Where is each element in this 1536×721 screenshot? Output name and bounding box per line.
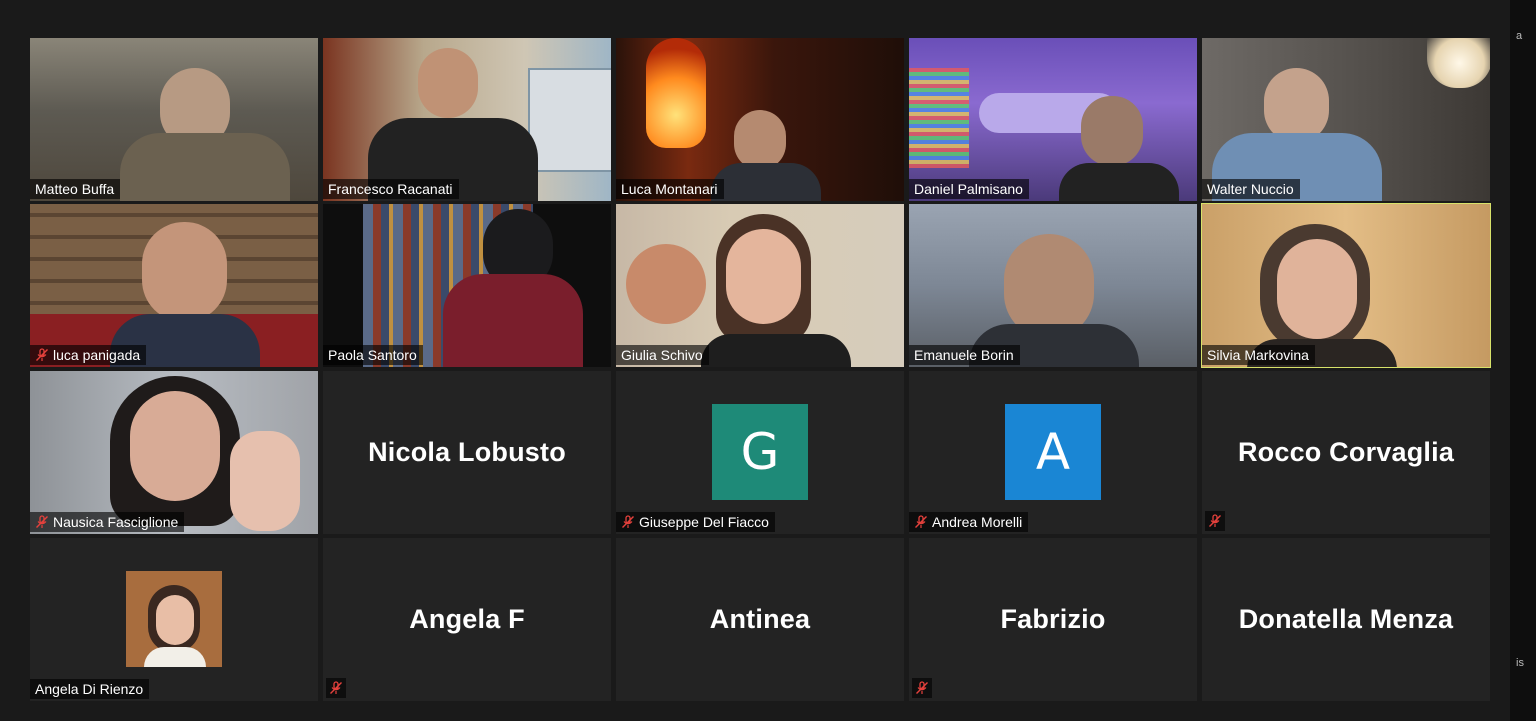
participant-display-name: Rocco Corvaglia: [1237, 437, 1455, 467]
participant-name-label: luca panigada: [30, 345, 147, 365]
mic-off-icon: [35, 515, 49, 529]
participant-display-name: Nicola Lobusto: [368, 437, 566, 467]
participant-name-label: Emanuele Borin: [909, 345, 1020, 365]
participant-tile[interactable]: Francesco Racanati: [323, 38, 611, 201]
background-window-edge: a is: [1510, 0, 1536, 721]
video-feed: [323, 204, 611, 367]
participant-name-label: Angela Di Rienzo: [30, 679, 150, 699]
participant-name-label: Daniel Palmisano: [909, 179, 1029, 199]
mic-off-icon: [912, 678, 932, 698]
letter-avatar: A: [1005, 404, 1101, 500]
video-feed: [1202, 38, 1490, 201]
mic-off-icon: [621, 515, 635, 529]
participant-display-name: Donatella Menza: [1238, 604, 1454, 634]
participant-tile[interactable]: Rocco Corvaglia: [1202, 371, 1490, 534]
participant-tile[interactable]: Angela Di Rienzo: [30, 538, 318, 701]
profile-photo-avatar: [126, 571, 222, 667]
participant-name-label: Giulia Schivo: [616, 345, 709, 365]
participant-name-label: Matteo Buffa: [30, 179, 121, 199]
participant-name-label: Paola Santoro: [323, 345, 423, 365]
video-feed: [616, 204, 904, 367]
participant-name-label: Nausica Fasciglione: [30, 512, 185, 532]
video-feed: [909, 38, 1197, 201]
participant-display-name: Antinea: [709, 604, 811, 634]
participant-tile[interactable]: luca panigada: [30, 204, 318, 367]
letter-avatar: G: [712, 404, 808, 500]
mic-off-icon: [1205, 511, 1225, 531]
video-feed: [616, 38, 904, 201]
video-feed: [30, 204, 318, 367]
participant-tile[interactable]: Fabrizio: [909, 538, 1197, 701]
participant-name-label: Walter Nuccio: [1202, 179, 1300, 199]
video-feed: [30, 371, 318, 534]
participant-tile-active-speaker[interactable]: Silvia Markovina: [1201, 203, 1491, 368]
participant-name-label: Francesco Racanati: [323, 179, 459, 199]
participant-tile[interactable]: Matteo Buffa: [30, 38, 318, 201]
participant-tile[interactable]: G Giuseppe Del Fiacco: [616, 371, 904, 534]
participant-name-label: Andrea Morelli: [909, 512, 1029, 532]
video-feed: [1202, 204, 1490, 367]
participant-display-name: Angela F: [409, 604, 525, 634]
side-text-bottom: is: [1516, 657, 1524, 669]
participant-tile[interactable]: Nicola Lobusto: [323, 371, 611, 534]
participant-tile[interactable]: Paola Santoro: [323, 204, 611, 367]
video-feed: [30, 38, 318, 201]
gallery-view: Matteo Buffa Francesco Racanati Luca Mon…: [0, 0, 1510, 721]
participant-tile[interactable]: Emanuele Borin: [909, 204, 1197, 367]
participant-tile[interactable]: Luca Montanari: [616, 38, 904, 201]
participant-tile[interactable]: Angela F: [323, 538, 611, 701]
participant-tile[interactable]: Antinea: [616, 538, 904, 701]
video-feed: [323, 38, 611, 201]
participant-tile[interactable]: Walter Nuccio: [1202, 38, 1490, 201]
participant-tile[interactable]: Donatella Menza: [1202, 538, 1490, 701]
participant-name-label: Silvia Markovina: [1202, 345, 1315, 365]
participant-tile[interactable]: Nausica Fasciglione: [30, 371, 318, 534]
video-feed: [909, 204, 1197, 367]
side-text-top: a: [1516, 30, 1523, 42]
mic-off-icon: [914, 515, 928, 529]
participant-tile[interactable]: Giulia Schivo: [616, 204, 904, 367]
participant-name-label: Luca Montanari: [616, 179, 724, 199]
participant-name-label: Giuseppe Del Fiacco: [616, 512, 775, 532]
mic-off-icon: [326, 678, 346, 698]
participant-tile[interactable]: Daniel Palmisano: [909, 38, 1197, 201]
participant-tile[interactable]: A Andrea Morelli: [909, 371, 1197, 534]
mic-off-icon: [35, 348, 49, 362]
participant-display-name: Fabrizio: [1000, 604, 1106, 634]
